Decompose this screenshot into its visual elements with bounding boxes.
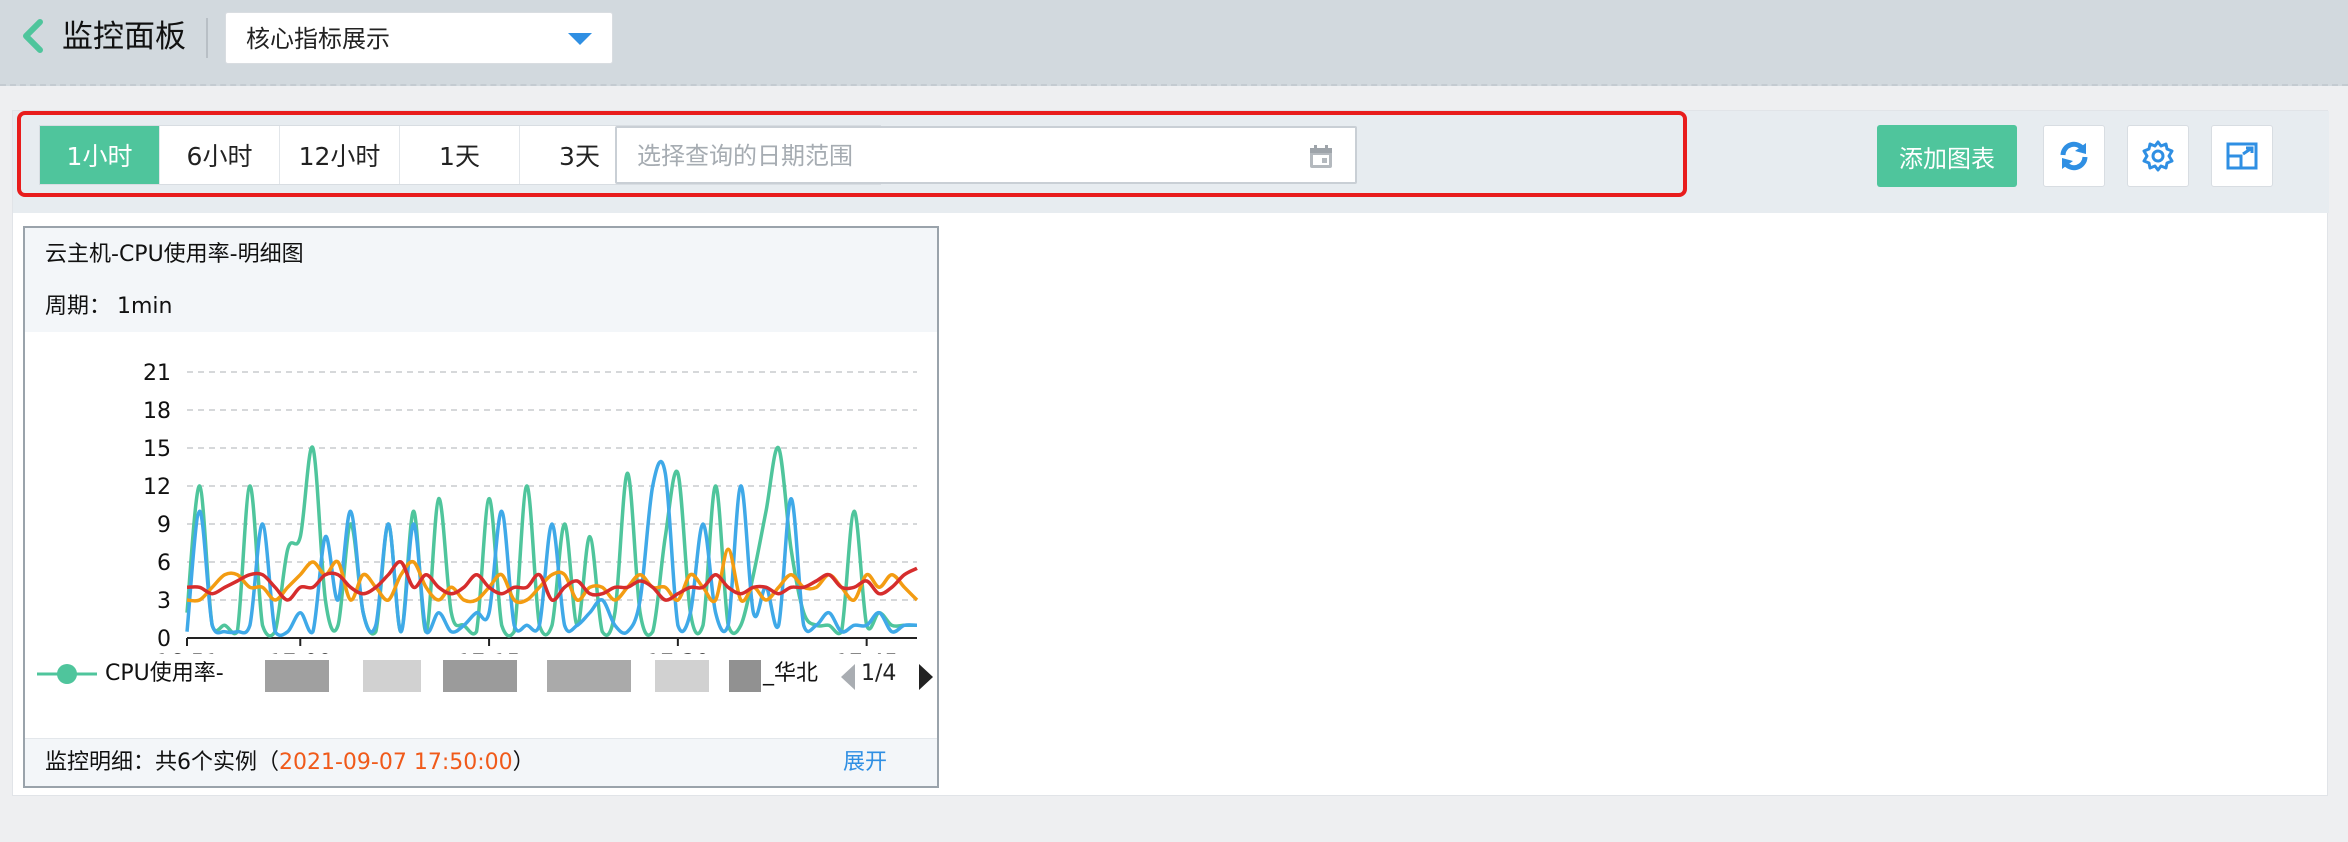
- monitor-detail-prefix: 监控明细：共6个实例（: [45, 750, 279, 775]
- title-divider: [206, 18, 208, 58]
- series-line-2: [186, 547, 919, 605]
- fullscreen-icon: [2226, 142, 2258, 170]
- monitor-detail-suffix: ）: [512, 750, 535, 775]
- chart-card: 云主机-CPU使用率-明细图 周期： 1min 03691215182116:5…: [23, 226, 939, 788]
- y-tick-label: 0: [157, 627, 171, 652]
- legend-next-icon[interactable]: [919, 664, 933, 690]
- top-header: 监控面板 核心指标展示: [0, 0, 2348, 86]
- toolbar: 1小时6小时12小时1天3天7天14天 选择查询的日期范围 添加图表: [13, 111, 2329, 213]
- monitor-detail-time: 2021-09-07 17:50:00: [279, 750, 513, 775]
- series-line-1: [185, 459, 918, 638]
- legend: CPU使用率- _华北 1/4: [25, 652, 937, 696]
- legend-item-label-tail[interactable]: _华北: [763, 660, 818, 688]
- redacted-legend-item: [363, 660, 421, 692]
- legend-prev-icon[interactable]: [841, 664, 855, 690]
- cpu-usage-line-chart: 03691215182116:5109-0717:0009-0717:1509-…: [143, 361, 919, 654]
- y-tick-label: 9: [157, 513, 171, 538]
- add-chart-button[interactable]: 添加图表: [1877, 125, 2017, 187]
- redacted-legend-item: [547, 660, 631, 692]
- chart-card-header: 云主机-CPU使用率-明细图 周期： 1min: [25, 228, 937, 332]
- redacted-legend-item: [655, 660, 709, 692]
- period-value: 1min: [117, 294, 173, 319]
- legend-marker-icon: [37, 664, 97, 684]
- page-title: 监控面板: [62, 19, 186, 55]
- dashboard-select[interactable]: 核心指标展示: [225, 12, 613, 64]
- y-tick-label: 12: [143, 475, 171, 500]
- series-line-0: [185, 445, 917, 638]
- legend-page-indicator: 1/4: [861, 661, 897, 686]
- fullscreen-button[interactable]: [2211, 125, 2273, 187]
- expand-link[interactable]: 展开: [843, 749, 887, 777]
- y-tick-label: 6: [157, 551, 171, 576]
- monitor-detail-summary: 监控明细：共6个实例（2021-09-07 17:50:00）: [45, 749, 535, 777]
- dashboard-select-value: 核心指标展示: [246, 25, 390, 53]
- main-panel: 1小时6小时12小时1天3天7天14天 选择查询的日期范围 添加图表: [12, 110, 2329, 796]
- caret-down-icon: [568, 33, 592, 45]
- refresh-button[interactable]: [2043, 125, 2105, 187]
- y-tick-label: 21: [143, 361, 171, 386]
- chevron-left-icon[interactable]: [18, 18, 50, 54]
- redacted-legend-item: [265, 660, 329, 692]
- y-tick-label: 15: [143, 437, 171, 462]
- redacted-legend-item: [443, 660, 517, 692]
- gear-icon: [2142, 140, 2174, 172]
- settings-button[interactable]: [2127, 125, 2189, 187]
- legend-item-label[interactable]: CPU使用率-: [105, 660, 224, 688]
- refresh-icon: [2060, 141, 2088, 171]
- chart-card-footer: 监控明细：共6个实例（2021-09-07 17:50:00） 展开: [25, 738, 937, 786]
- redacted-legend-item: [729, 660, 761, 692]
- y-tick-label: 18: [143, 399, 171, 424]
- chart-title: 云主机-CPU使用率-明细图: [45, 242, 304, 267]
- series-line-3: [186, 560, 918, 602]
- highlight-box: [17, 111, 1687, 197]
- y-tick-label: 3: [157, 589, 171, 614]
- period-label: 周期：: [45, 294, 112, 319]
